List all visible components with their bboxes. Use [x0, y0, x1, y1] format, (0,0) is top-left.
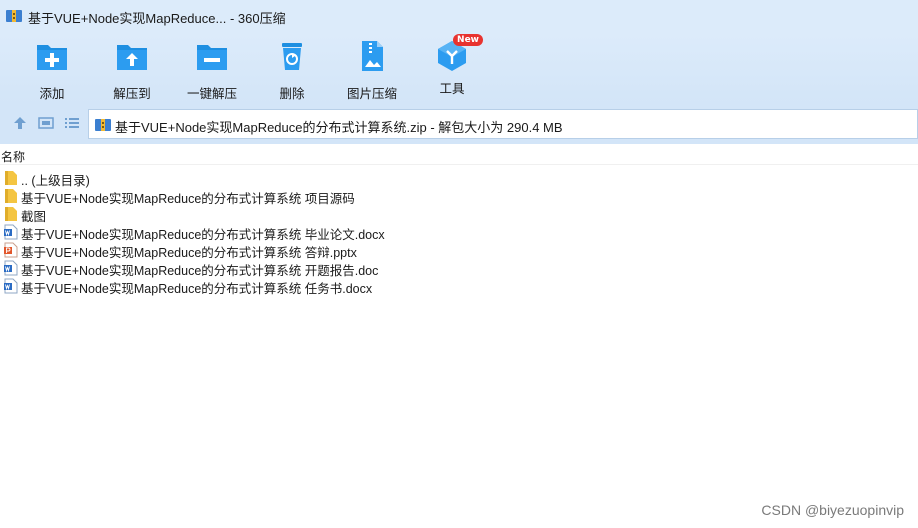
toolbar: 添加 解压到 一键解压 删除 图片压缩 New 工具: [0, 34, 918, 104]
list-item-name: 基于VUE+Node实现MapReduce的分布式计算系统 任务书.docx: [21, 282, 373, 296]
folder-icon: [5, 207, 17, 221]
delete-button[interactable]: 删除: [257, 40, 327, 102]
extract-to-folder-icon: [117, 45, 147, 70]
add-label: 添加: [39, 87, 65, 101]
add-button[interactable]: 添加: [17, 40, 87, 102]
archive-icon: [95, 119, 111, 131]
tools-button[interactable]: New 工具: [417, 34, 487, 97]
extract-to-button[interactable]: 解压到: [97, 40, 167, 102]
watermark: CSDN @biyezuopinvip: [761, 502, 904, 518]
path-field[interactable]: 基于VUE+Node实现MapReduce的分布式计算系统.zip - 解包大小…: [88, 109, 918, 139]
address-bar: 基于VUE+Node实现MapReduce的分布式计算系统.zip - 解包大小…: [0, 104, 918, 144]
file-list: .. (上级目录) 基于VUE+Node实现MapReduce的分布式计算系统 …: [0, 169, 918, 296]
list-item-parent-dir[interactable]: .. (上级目录): [0, 169, 918, 188]
list-item[interactable]: 基于VUE+Node实现MapReduce的分布式计算系统 项目源码: [0, 187, 918, 206]
list-view-icon[interactable]: [64, 115, 80, 131]
new-badge: New: [453, 34, 483, 46]
add-folder-icon: [37, 45, 67, 70]
one-click-extract-label: 一键解压: [186, 87, 237, 101]
image-compress-icon: [362, 41, 383, 71]
tools-icon-wrap: New: [435, 34, 483, 72]
archive-path-text: 基于VUE+Node实现MapReduce的分布式计算系统.zip - 解包大小…: [115, 120, 563, 135]
header-divider: [0, 164, 918, 165]
window-title: 基于VUE+Node实现MapReduce... - 360压缩: [28, 11, 286, 26]
delete-label: 删除: [279, 87, 305, 101]
image-compress-label: 图片压缩: [346, 87, 397, 101]
folder-icon: [5, 171, 17, 185]
file-list-header: 名称: [0, 144, 918, 164]
one-click-extract-button[interactable]: 一键解压: [177, 40, 247, 102]
ppt-icon: [4, 242, 18, 258]
tools-label: 工具: [439, 82, 465, 96]
list-item[interactable]: 截图: [0, 205, 918, 224]
column-name-header[interactable]: 名称: [1, 148, 25, 165]
title-bar: 基于VUE+Node实现MapReduce... - 360压缩: [0, 0, 918, 34]
list-item[interactable]: 基于VUE+Node实现MapReduce的分布式计算系统 开题报告.doc: [0, 259, 918, 278]
word-doc-icon: [4, 224, 18, 240]
extract-to-label: 解压到: [113, 87, 151, 101]
image-compress-button[interactable]: 图片压缩: [337, 40, 407, 102]
word-doc-icon: [4, 278, 18, 294]
one-click-extract-icon: [197, 45, 227, 70]
word-doc-icon: [4, 260, 18, 276]
list-item[interactable]: 基于VUE+Node实现MapReduce的分布式计算系统 毕业论文.docx: [0, 223, 918, 242]
thumbnail-view-icon[interactable]: [38, 115, 54, 131]
up-arrow-icon[interactable]: [12, 115, 28, 131]
list-item[interactable]: 基于VUE+Node实现MapReduce的分布式计算系统 答辩.pptx: [0, 241, 918, 260]
trash-icon: [282, 43, 302, 70]
folder-icon: [5, 189, 17, 203]
archive-icon: [6, 10, 22, 22]
list-item[interactable]: 基于VUE+Node实现MapReduce的分布式计算系统 任务书.docx: [0, 277, 918, 296]
